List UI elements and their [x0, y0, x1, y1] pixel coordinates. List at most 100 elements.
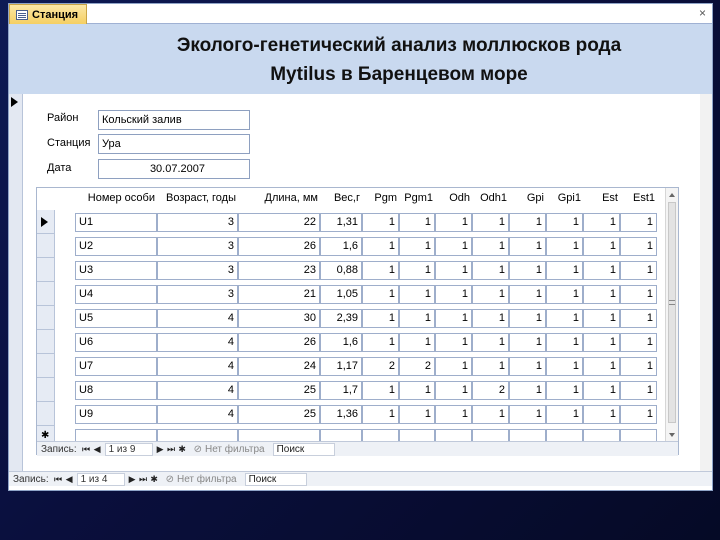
district-field[interactable]: Кольский залив — [98, 110, 250, 130]
form-scrollbar[interactable] — [700, 94, 712, 472]
table-cell[interactable]: 1 — [620, 237, 657, 256]
table-cell[interactable]: 1 — [620, 357, 657, 376]
table-cell[interactable]: 1 — [435, 285, 472, 304]
table-cell[interactable]: 2,39 — [320, 309, 362, 328]
table-cell[interactable]: 1 — [546, 237, 583, 256]
scroll-down-icon[interactable] — [669, 433, 675, 437]
new-record-icon[interactable]: ✱ — [149, 474, 160, 485]
table-cell[interactable]: 2 — [399, 357, 435, 376]
table-cell[interactable]: 1 — [620, 381, 657, 400]
table-cell[interactable]: 1 — [620, 213, 657, 232]
table-cell[interactable]: 1 — [583, 405, 620, 424]
last-record-icon[interactable]: ⏭ — [166, 444, 177, 455]
prev-record-icon[interactable]: ◀ — [92, 444, 103, 455]
table-cell[interactable]: 1 — [399, 381, 435, 400]
table-cell[interactable]: 1 — [546, 285, 583, 304]
table-cell[interactable]: 1 — [509, 357, 546, 376]
table-cell[interactable]: 1 — [362, 261, 399, 280]
table-cell[interactable]: 23 — [238, 261, 320, 280]
row-selector[interactable] — [37, 402, 55, 426]
table-cell[interactable]: 1 — [509, 285, 546, 304]
table-cell[interactable]: 4 — [157, 405, 238, 424]
table-cell[interactable]: 1,36 — [320, 405, 362, 424]
table-cell[interactable]: 1 — [583, 285, 620, 304]
filter-status[interactable]: Нет фильтра — [177, 474, 237, 485]
table-cell[interactable]: 1 — [583, 213, 620, 232]
table-cell[interactable]: 25 — [238, 405, 320, 424]
record-selector[interactable] — [9, 94, 23, 472]
table-row[interactable]: U5 4 30 2,39 1 1 1 1 1 1 1 1 — [37, 306, 666, 330]
table-cell[interactable]: U5 — [75, 309, 157, 328]
table-cell[interactable]: 1 — [362, 333, 399, 352]
table-cell[interactable]: 2 — [472, 381, 509, 400]
table-row[interactable]: U3 3 23 0,88 1 1 1 1 1 1 1 1 — [37, 258, 666, 282]
table-cell[interactable]: 1 — [399, 261, 435, 280]
table-cell[interactable]: U6 — [75, 333, 157, 352]
table-cell[interactable]: 1 — [509, 405, 546, 424]
table-cell[interactable]: 1 — [472, 237, 509, 256]
table-cell[interactable]: 1 — [620, 285, 657, 304]
table-cell[interactable]: 1,17 — [320, 357, 362, 376]
filter-icon[interactable]: ⊘ — [166, 474, 174, 485]
close-icon[interactable]: × — [699, 6, 706, 20]
table-cell[interactable]: U8 — [75, 381, 157, 400]
table-cell[interactable]: 1 — [546, 309, 583, 328]
table-cell[interactable]: 1 — [509, 213, 546, 232]
table-cell[interactable]: 1,6 — [320, 333, 362, 352]
table-row[interactable]: U7 4 24 1,17 2 2 1 1 1 1 1 1 — [37, 354, 666, 378]
table-cell[interactable]: 1 — [620, 405, 657, 424]
table-cell[interactable]: 3 — [157, 213, 238, 232]
table-cell[interactable]: 1 — [546, 213, 583, 232]
table-cell[interactable]: 1 — [472, 333, 509, 352]
table-cell[interactable]: 1 — [583, 333, 620, 352]
row-selector[interactable] — [37, 234, 55, 258]
table-cell[interactable]: 24 — [238, 357, 320, 376]
table-cell[interactable]: 26 — [238, 333, 320, 352]
table-cell[interactable]: 1 — [509, 261, 546, 280]
first-record-icon[interactable]: ⏮ — [81, 444, 92, 455]
table-cell[interactable]: 4 — [157, 333, 238, 352]
table-cell[interactable]: 1 — [435, 405, 472, 424]
table-cell[interactable]: 1 — [435, 309, 472, 328]
table-cell[interactable]: 1 — [472, 261, 509, 280]
row-selector[interactable] — [37, 354, 55, 378]
subform-scrollbar[interactable] — [665, 188, 678, 442]
table-cell[interactable]: 1 — [362, 309, 399, 328]
column-header[interactable]: Номер особи — [75, 192, 155, 204]
row-selector[interactable] — [37, 378, 55, 402]
table-cell[interactable]: 1 — [435, 237, 472, 256]
table-cell[interactable]: 0,88 — [320, 261, 362, 280]
table-cell[interactable]: 21 — [238, 285, 320, 304]
table-cell[interactable]: U2 — [75, 237, 157, 256]
table-cell[interactable]: 1 — [362, 381, 399, 400]
table-cell[interactable]: 1 — [399, 309, 435, 328]
column-header[interactable]: Gpi1 — [546, 192, 581, 204]
table-cell[interactable]: 4 — [157, 357, 238, 376]
next-record-icon[interactable]: ▶ — [155, 444, 166, 455]
row-selector[interactable] — [37, 282, 55, 306]
table-cell[interactable]: 1,31 — [320, 213, 362, 232]
table-cell[interactable]: 1 — [620, 309, 657, 328]
table-row[interactable]: U6 4 26 1,6 1 1 1 1 1 1 1 1 — [37, 330, 666, 354]
column-header[interactable]: Pgm — [362, 192, 397, 204]
table-cell[interactable]: 1,6 — [320, 237, 362, 256]
first-record-icon[interactable]: ⏮ — [53, 474, 64, 485]
table-cell[interactable]: 2 — [362, 357, 399, 376]
column-header[interactable]: Est — [583, 192, 618, 204]
table-cell[interactable]: U9 — [75, 405, 157, 424]
tab-station[interactable]: Станция — [9, 4, 88, 24]
record-position-field[interactable]: 1 из 4 — [76, 472, 125, 486]
table-cell[interactable]: 22 — [238, 213, 320, 232]
table-cell[interactable]: 1 — [583, 357, 620, 376]
row-selector[interactable] — [37, 306, 55, 330]
table-cell[interactable]: 4 — [157, 309, 238, 328]
table-cell[interactable]: 1 — [546, 261, 583, 280]
table-cell[interactable]: 1 — [435, 333, 472, 352]
row-selector[interactable] — [37, 330, 55, 354]
table-cell[interactable]: 4 — [157, 381, 238, 400]
table-cell[interactable]: 1 — [435, 261, 472, 280]
row-selector[interactable] — [37, 258, 55, 282]
column-header[interactable]: Длина, мм — [238, 192, 318, 204]
table-cell[interactable]: U3 — [75, 261, 157, 280]
table-cell[interactable]: 1 — [472, 309, 509, 328]
